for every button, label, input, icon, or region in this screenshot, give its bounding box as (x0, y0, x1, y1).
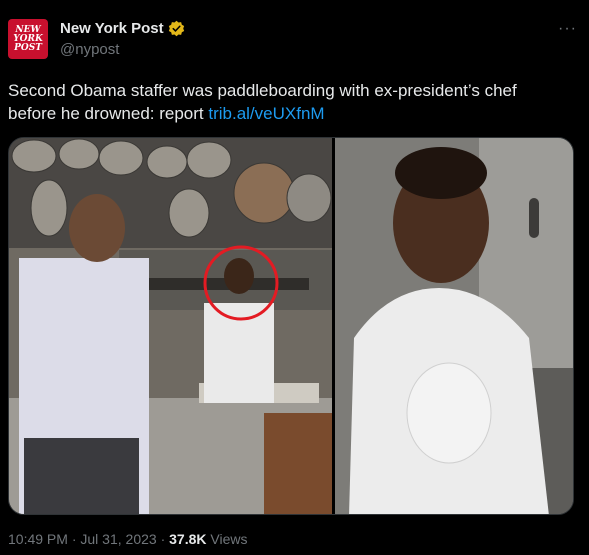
account-handle[interactable]: @nypost (60, 41, 185, 58)
tweet-time[interactable]: 10:49 PM (8, 531, 68, 547)
meta-separator: · (67, 531, 81, 547)
logo-line-3: POST (14, 42, 42, 53)
nypost-avatar[interactable]: NEW YORK POST (8, 19, 48, 59)
display-name[interactable]: New York Post (60, 20, 164, 37)
account-names: New York Post @nypost (60, 20, 185, 58)
tweet-text: Second Obama staffer was paddleboarding … (8, 79, 568, 125)
views-count: 37.8K (169, 531, 207, 547)
meta-separator-2: · (156, 531, 170, 547)
gold-verified-badge-icon (168, 20, 184, 37)
tweet-header: NEW YORK POST New York Post @nypost ··· (8, 16, 581, 60)
more-options-icon[interactable]: ··· (558, 20, 577, 38)
media-photo-collage[interactable] (9, 138, 574, 515)
right-photo-chef[interactable] (335, 138, 574, 515)
views-label: Views (206, 531, 248, 547)
tweet-date[interactable]: Jul 31, 2023 (80, 531, 156, 547)
tweet-link[interactable]: trib.al/veUXfnM (208, 104, 324, 123)
display-name-row[interactable]: New York Post (60, 20, 185, 37)
tweet-media[interactable] (8, 137, 574, 515)
tweet-meta: 10:49 PM · Jul 31, 2023 · 37.8K Views (8, 531, 247, 547)
left-photo-kitchen[interactable] (9, 138, 332, 515)
